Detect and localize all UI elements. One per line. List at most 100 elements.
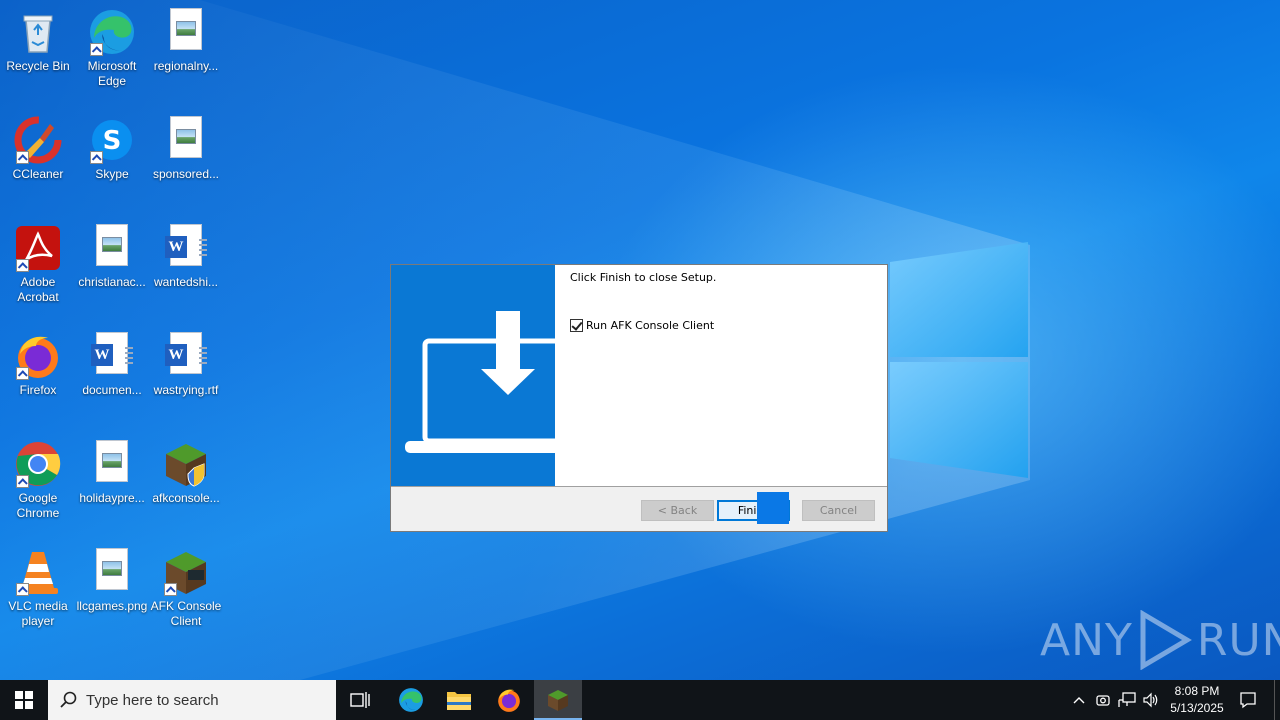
- tray-meet-now-button[interactable]: [1092, 680, 1114, 720]
- network-icon: [1118, 692, 1136, 707]
- desktop-icon-christianac[interactable]: christianac...: [74, 218, 150, 322]
- cancel-button[interactable]: Cancel: [802, 500, 875, 521]
- show-desktop-button[interactable]: [1274, 680, 1275, 720]
- desktop-icon-google-chrome[interactable]: Google Chrome: [0, 434, 76, 538]
- taskbar-edge-button[interactable]: [387, 680, 435, 720]
- task-view-icon: [350, 692, 370, 708]
- desktop-icon-label: wantedshi...: [153, 275, 219, 289]
- shortcut-arrow-icon: [16, 367, 29, 380]
- desktop-icon-label: wastrying.rtf: [153, 383, 219, 397]
- image-file-icon: [88, 548, 136, 596]
- image-file-icon: [162, 116, 210, 164]
- desktop-icon-sponsored[interactable]: sponsored...: [148, 110, 224, 214]
- desktop-icon-regionalny[interactable]: regionalny...: [148, 2, 224, 106]
- ccleaner-icon: [14, 116, 62, 164]
- desktop-icon-afk-console-client[interactable]: AFK Console Client: [148, 542, 224, 646]
- shortcut-arrow-icon: [16, 583, 29, 596]
- run-app-checkbox[interactable]: [570, 319, 583, 332]
- search-icon: [60, 691, 77, 708]
- notification-icon: [1240, 692, 1256, 709]
- taskbar-firefox-button[interactable]: [485, 680, 533, 720]
- desktop-icon-llcgames[interactable]: llcgames.png: [74, 542, 150, 646]
- desktop-icon-label: llcgames.png: [76, 599, 148, 613]
- desktop-icon-label: sponsored...: [152, 167, 220, 181]
- finish-message: Click Finish to close Setup.: [570, 271, 717, 284]
- clock-time: 8:08 PM: [1174, 684, 1220, 698]
- wizard-banner: [391, 265, 555, 486]
- desktop-icon-label: Microsoft Edge: [87, 59, 137, 88]
- firefox-icon: [498, 689, 520, 712]
- taskbar-afk-console-button[interactable]: [534, 680, 582, 720]
- desktop-icon-recycle-bin[interactable]: Recycle Bin: [0, 2, 76, 106]
- desktop-icon-firefox[interactable]: Firefox: [0, 326, 76, 430]
- run-app-checkbox-label[interactable]: Run AFK Console Client: [586, 319, 714, 332]
- word-document-icon: W: [88, 332, 136, 380]
- desktop-icon-documen[interactable]: W documen...: [74, 326, 150, 430]
- tray-network-button[interactable]: [1116, 680, 1138, 720]
- watermark-right-text: RUN: [1196, 614, 1280, 666]
- task-view-button[interactable]: [336, 680, 384, 720]
- image-file-icon: [88, 224, 136, 272]
- image-file-icon: [88, 440, 136, 488]
- run-app-checkbox-row[interactable]: Run AFK Console Client: [570, 319, 714, 332]
- laptop-download-icon: [405, 311, 555, 453]
- taskbar-file-explorer-button[interactable]: [435, 680, 483, 720]
- desktop-icon-vlc[interactable]: VLC media player: [0, 542, 76, 646]
- shortcut-arrow-icon: [164, 583, 177, 596]
- tray-volume-button[interactable]: [1140, 680, 1162, 720]
- desktop-icon-wastrying[interactable]: W wastrying.rtf: [148, 326, 224, 430]
- anyrun-watermark: ANY RUN: [1040, 608, 1280, 672]
- desktop-icon-label: CCleaner: [12, 167, 64, 181]
- word-document-icon: W: [162, 224, 210, 272]
- word-document-icon: W: [162, 332, 210, 380]
- click-highlight: [757, 492, 789, 524]
- svg-text:S: S: [103, 126, 122, 156]
- desktop-icon-label: holidaypre...: [79, 491, 145, 505]
- dialog-separator: [391, 486, 887, 487]
- edge-icon: [399, 688, 423, 712]
- desktop-icon-label: Google Chrome: [16, 491, 60, 520]
- wizard-content: Click Finish to close Setup. Run AFK Con…: [555, 265, 887, 486]
- image-file-icon: [162, 8, 210, 56]
- chrome-icon: [14, 440, 62, 488]
- chevron-up-icon: [1073, 697, 1085, 704]
- edge-icon: [88, 8, 136, 56]
- desktop-icon-label: afkconsole...: [152, 491, 220, 505]
- shortcut-arrow-icon: [16, 151, 29, 164]
- action-center-button[interactable]: [1234, 680, 1262, 720]
- shortcut-arrow-icon: [16, 259, 29, 272]
- skype-icon: S: [88, 116, 136, 164]
- desktop-icon-ccleaner[interactable]: CCleaner: [0, 110, 76, 214]
- camera-icon: [1096, 695, 1110, 706]
- speaker-icon: [1143, 692, 1158, 708]
- taskbar-clock[interactable]: 8:08 PM 5/13/2025: [1160, 683, 1234, 717]
- vlc-cone-icon: [14, 548, 62, 596]
- desktop-icon-adobe-acrobat[interactable]: Adobe Acrobat: [0, 218, 76, 322]
- desktop-icon-holidaypre[interactable]: holidaypre...: [74, 434, 150, 538]
- watermark-left-text: ANY: [1040, 614, 1133, 666]
- minecraft-block-icon: [162, 548, 210, 596]
- setup-wizard-dialog: Click Finish to close Setup. Run AFK Con…: [390, 264, 888, 532]
- shortcut-arrow-icon: [16, 475, 29, 488]
- back-button[interactable]: < Back: [641, 500, 714, 521]
- taskbar-search-box[interactable]: Type here to search: [48, 680, 336, 720]
- desktop-icon-label: regionalny...: [153, 59, 219, 73]
- desktop-icon-label: Recycle Bin: [6, 59, 70, 73]
- play-icon: [1140, 610, 1192, 670]
- recycle-bin-icon: [14, 8, 62, 56]
- search-placeholder: Type here to search: [86, 691, 219, 709]
- desktop-icon-afkconsole-installer[interactable]: afkconsole...: [148, 434, 224, 538]
- start-button[interactable]: [0, 680, 48, 720]
- show-hidden-icons-button[interactable]: [1068, 680, 1090, 720]
- desktop-icon-skype[interactable]: S Skype: [74, 110, 150, 214]
- minecraft-block-icon: [548, 690, 568, 711]
- desktop-icon-label: documen...: [82, 383, 142, 397]
- shortcut-arrow-icon: [90, 43, 103, 56]
- windows-logo-icon: [15, 691, 33, 709]
- desktop-icon-label: Skype: [95, 167, 129, 181]
- desktop-icon-wantedshi[interactable]: W wantedshi...: [148, 218, 224, 322]
- desktop-icon-microsoft-edge[interactable]: Microsoft Edge: [74, 2, 150, 106]
- desktop-icon-label: AFK Console Client: [150, 599, 222, 628]
- folder-icon: [447, 692, 471, 710]
- adobe-acrobat-icon: [14, 224, 62, 272]
